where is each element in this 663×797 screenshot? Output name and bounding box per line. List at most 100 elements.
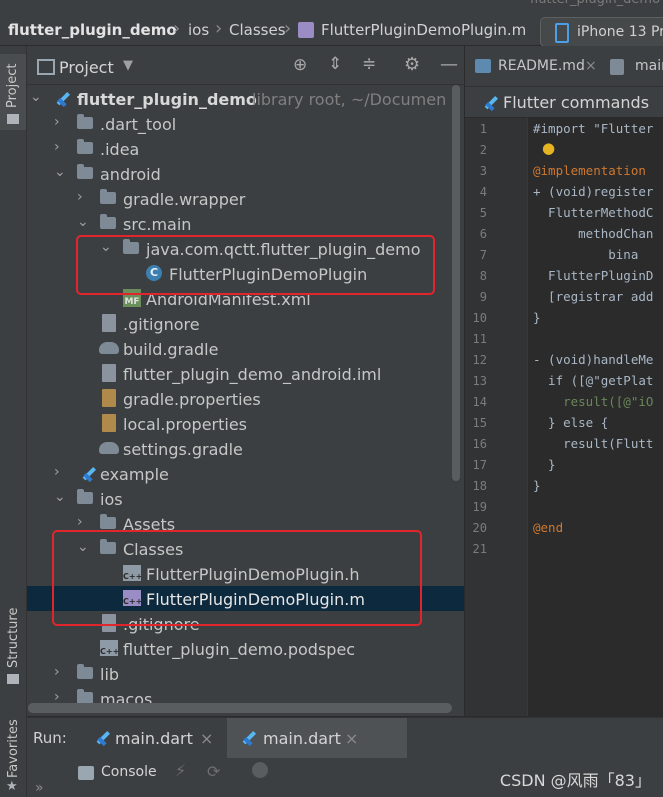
chevron-right-icon[interactable]: › — [54, 114, 60, 130]
hot-restart-icon[interactable]: ⟳ — [207, 762, 220, 781]
collapse-all-icon[interactable]: ≑ — [362, 54, 376, 74]
vertical-scrollbar[interactable] — [452, 85, 460, 481]
tree-item-idea[interactable]: › .idea — [27, 136, 447, 161]
horizontal-scrollbar[interactable] — [28, 703, 452, 713]
folder-icon — [100, 514, 116, 529]
tab-readme[interactable]: README.md — [498, 58, 585, 74]
chevron-down-icon[interactable]: ⌄ — [77, 214, 89, 230]
tree-item-example[interactable]: › example — [27, 461, 447, 486]
code-line[interactable]: bina — [533, 247, 638, 262]
code-line[interactable]: methodChan — [533, 226, 653, 241]
project-view-icon — [37, 59, 55, 75]
structure-tool-label[interactable]: Structure — [6, 608, 21, 668]
tree-item-ios[interactable]: ⌄ ios — [27, 486, 447, 511]
tab-main[interactable]: main — [635, 58, 663, 74]
chevron-down-icon[interactable]: ⌄ — [54, 164, 66, 180]
flutter-icon — [53, 89, 67, 107]
line-number: 18 — [472, 479, 487, 493]
code-line[interactable]: #import "Flutter — [533, 121, 653, 136]
chevron-right-icon[interactable]: › — [54, 464, 60, 480]
minimize-icon[interactable]: — — [440, 54, 458, 75]
chevron-down-icon[interactable]: ⌄ — [54, 489, 66, 505]
run-tab-main-2[interactable]: main.dart — [263, 729, 341, 748]
tree-item-gradle-properties[interactable]: gradle.properties — [27, 386, 447, 411]
tree-item-dart-tool[interactable]: › .dart_tool — [27, 111, 447, 136]
code-line[interactable]: - (void)handleMe — [533, 352, 653, 367]
tree-item-gradle-wrapper[interactable]: › gradle.wrapper — [27, 186, 447, 211]
breadcrumb-ios[interactable]: ios — [188, 21, 209, 39]
editor-tabs: README.md × main — [465, 46, 663, 87]
chevron-right-icon[interactable]: › — [54, 689, 60, 704]
locate-icon[interactable]: ⊕ — [293, 55, 307, 75]
line-number: 13 — [472, 374, 487, 388]
device-selector[interactable]: iPhone 13 Pr — [540, 17, 663, 47]
line-number: 15 — [472, 416, 487, 430]
folder-icon — [100, 214, 116, 229]
flutter-commands-label[interactable]: Flutter commands — [503, 93, 649, 112]
close-icon[interactable]: × — [345, 729, 358, 748]
line-number: 10 — [472, 311, 487, 325]
code-line[interactable]: } — [533, 310, 541, 325]
code-line[interactable]: } — [533, 478, 541, 493]
tree-item-macos[interactable]: › macos — [27, 686, 447, 704]
chevron-right-icon[interactable]: › — [54, 664, 60, 680]
chevron-right-icon[interactable]: › — [77, 189, 83, 205]
lightbulb-icon[interactable]: ● — [542, 139, 555, 157]
line-number: 9 — [479, 290, 487, 304]
tree-item-local-properties[interactable]: local.properties — [27, 411, 447, 436]
tree-item-src-main[interactable]: ⌄ src.main — [27, 211, 447, 236]
code-line[interactable]: FlutterPluginD — [533, 268, 653, 283]
chevron-right-icon: › — [284, 18, 292, 39]
breadcrumb-project[interactable]: flutter_plugin_demo — [8, 21, 177, 39]
tree-item-settings-gradle[interactable]: settings.gradle — [27, 436, 447, 461]
double-chevron-icon[interactable]: » — [35, 780, 44, 796]
lightning-icon[interactable]: ⚡ — [175, 761, 186, 780]
chevron-down-icon[interactable]: ⌄ — [30, 89, 42, 105]
objc-file-icon — [298, 22, 314, 38]
close-icon[interactable]: × — [200, 729, 213, 748]
cpp-file-icon: C++ — [100, 640, 119, 656]
run-tab-active[interactable]: main.dart × — [227, 718, 407, 758]
code-line[interactable]: FlutterMethodC — [533, 205, 653, 220]
chevron-down-icon[interactable]: ▼ — [123, 58, 133, 73]
close-icon[interactable]: × — [585, 58, 597, 74]
code-line[interactable]: @end — [533, 520, 563, 535]
tree-item-lib[interactable]: › lib — [27, 661, 447, 686]
dart-file-icon — [610, 59, 624, 75]
structure-icon — [7, 674, 19, 684]
code-line[interactable]: + (void)register — [533, 184, 653, 199]
chevron-right-icon[interactable]: › — [77, 514, 83, 530]
breadcrumb-file[interactable]: FlutterPluginDemoPlugin.m — [321, 21, 526, 39]
highlight-box-android-package — [76, 235, 435, 295]
devtools-icon[interactable] — [252, 762, 268, 778]
project-tool-label[interactable]: Project — [5, 64, 20, 108]
tree-item-iml[interactable]: flutter_plugin_demo_android.iml — [27, 361, 447, 386]
console-tab[interactable]: Console — [101, 764, 157, 780]
code-line[interactable]: } else { — [533, 415, 608, 430]
expand-all-icon[interactable]: ⇕ — [328, 54, 342, 74]
breadcrumb-classes[interactable]: Classes — [229, 21, 286, 39]
run-tab-main-1[interactable]: main.dart — [115, 729, 193, 748]
tree-item-build-gradle[interactable]: build.gradle — [27, 336, 447, 361]
highlight-box-ios-classes — [52, 530, 422, 626]
code-line[interactable]: result([@"iO — [533, 394, 653, 409]
favorites-tool-label[interactable]: Favorites — [6, 719, 21, 778]
tree-item-gitignore-android[interactable]: .gitignore — [27, 311, 447, 336]
project-view-title[interactable]: Project — [59, 58, 114, 77]
editor-pane: README.md × main Flutter commands 1 2 3 … — [465, 46, 663, 716]
code-line[interactable]: result(Flutt — [533, 436, 653, 451]
code-line[interactable]: } — [533, 457, 556, 472]
line-number: 2 — [479, 143, 487, 157]
line-number: 6 — [479, 227, 487, 241]
tree-item-android[interactable]: ⌄ android — [27, 161, 447, 186]
chevron-right-icon[interactable]: › — [54, 139, 60, 155]
code-line[interactable]: if ([@"getPlat — [533, 373, 653, 388]
tree-item-label: .dart_tool — [100, 115, 177, 134]
tree-item-root[interactable]: ⌄ flutter_plugin_demo library root, ~/Do… — [27, 86, 447, 111]
tree-item-label: build.gradle — [123, 340, 219, 359]
code-line[interactable]: [registrar add — [533, 289, 653, 304]
code-line[interactable]: @implementation — [533, 163, 646, 178]
gear-icon[interactable]: ⚙ — [404, 54, 420, 75]
run-toolbar: Run: main.dart × main.dart × — [27, 717, 663, 758]
tree-item-podspec[interactable]: C++ flutter_plugin_demo.podspec — [27, 636, 447, 661]
